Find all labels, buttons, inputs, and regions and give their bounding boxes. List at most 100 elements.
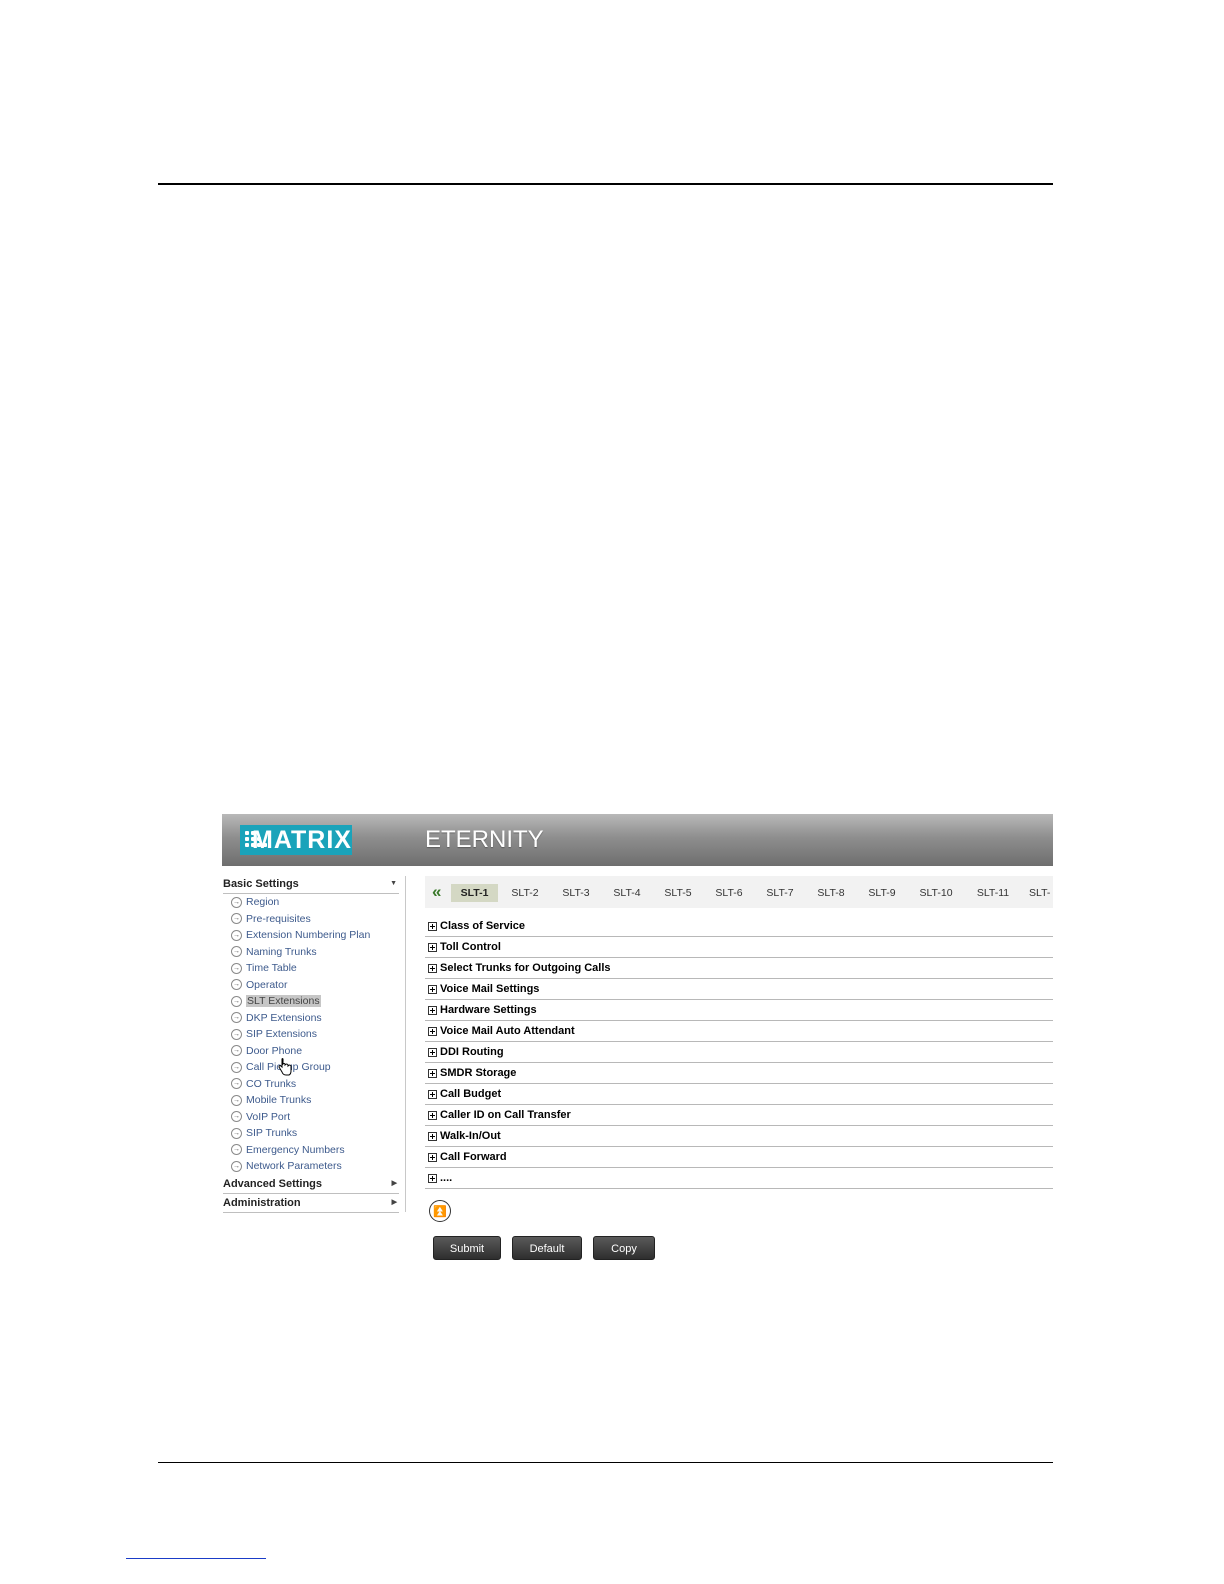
menu-administration[interactable]: Administration ▶ [223, 1195, 399, 1213]
matrix-eternity-window: MATRIX ETERNITY Basic Settings ▼ → Regio… [222, 814, 1053, 1274]
section-call-forward[interactable]: Call Forward [425, 1147, 1053, 1168]
arrow-circle-icon: → [231, 962, 242, 974]
arrow-circle-icon: → [231, 913, 242, 924]
arrow-circle-icon: → [231, 1111, 242, 1122]
top-rule [158, 183, 1053, 185]
sidebar-item-time-table[interactable]: → Time Table [231, 960, 297, 976]
section-more[interactable]: .... [425, 1168, 1053, 1189]
tab-slt-5[interactable]: SLT-5 [660, 884, 696, 902]
section-toll-control[interactable]: Toll Control [425, 937, 1053, 958]
menu-header-label: Basic Settings [223, 878, 299, 890]
tab-slt-11[interactable]: SLT-11 [972, 884, 1014, 902]
sidebar-item-slt-extensions[interactable]: → SLT Extensions [231, 993, 321, 1009]
sidebar-item-pre-requisites[interactable]: → Pre-requisites [231, 911, 311, 927]
arrow-circle-icon: → [231, 1012, 242, 1023]
arrow-circle-icon: → [231, 1144, 242, 1155]
menu-advanced-settings[interactable]: Advanced Settings ▶ [223, 1176, 399, 1194]
sidebar-item-sip-extensions[interactable]: → SIP Extensions [231, 1026, 317, 1042]
copy-button[interactable]: Copy [593, 1236, 655, 1260]
logo-text: MATRIX [252, 826, 352, 854]
section-walk-in-out[interactable]: Walk-In/Out [425, 1126, 1053, 1147]
sidebar-item-mobile-trunks[interactable]: → Mobile Trunks [231, 1092, 311, 1108]
sidebar-item-label: Operator [246, 978, 288, 991]
section-call-budget[interactable]: Call Budget [425, 1084, 1053, 1105]
sidebar-item-co-trunks[interactable]: → CO Trunks [231, 1076, 296, 1092]
section-voice-mail-settings[interactable]: Voice Mail Settings [425, 979, 1053, 1000]
sidebar-item-dkp-extensions[interactable]: → DKP Extensions [231, 1010, 322, 1026]
tab-slt-6[interactable]: SLT-6 [711, 884, 747, 902]
expand-plus-icon [428, 1047, 437, 1057]
expand-plus-icon [428, 1173, 437, 1183]
sidebar-item-region[interactable]: → Region [231, 894, 279, 910]
section-caller-id-on-call-transfer[interactable]: Caller ID on Call Transfer [425, 1105, 1053, 1126]
sidebar-divider [405, 876, 406, 1212]
section-voice-mail-auto-attendant[interactable]: Voice Mail Auto Attendant [425, 1021, 1053, 1042]
section-label: Select Trunks for Outgoing Calls [440, 962, 611, 974]
section-label: Caller ID on Call Transfer [440, 1109, 571, 1121]
sidebar-item-voip-port[interactable]: → VoIP Port [231, 1109, 290, 1125]
sidebar-item-network-parameters[interactable]: → Network Parameters [231, 1158, 342, 1174]
chevron-right-icon: ▶ [391, 1199, 397, 1206]
section-smdr-storage[interactable]: SMDR Storage [425, 1063, 1053, 1084]
section-class-of-service[interactable]: Class of Service [425, 916, 1053, 937]
tab-slt-1[interactable]: SLT-1 [451, 884, 498, 902]
slt-tab-strip: « SLT-1 SLT-2 SLT-3 SLT-4 SLT-5 SLT-6 SL… [425, 876, 1053, 908]
expand-plus-icon [428, 1089, 437, 1099]
arrow-circle-icon: → [231, 896, 242, 908]
arrow-circle-icon: → [231, 995, 242, 1007]
tab-slt-12-partial[interactable]: SLT- [1029, 884, 1053, 902]
tab-slt-7[interactable]: SLT-7 [762, 884, 798, 902]
tab-slt-8[interactable]: SLT-8 [813, 884, 849, 902]
scroll-to-top-icon[interactable]: ⏫ [429, 1200, 451, 1222]
menu-header-label: Administration [223, 1197, 301, 1209]
section-hardware-settings[interactable]: Hardware Settings [425, 1000, 1053, 1021]
menu-header-label: Advanced Settings [223, 1178, 323, 1190]
sidebar-item-label: Pre-requisites [246, 912, 311, 925]
sidebar-item-extension-numbering-plan[interactable]: → Extension Numbering Plan [231, 927, 370, 943]
product-name: ETERNITY [425, 826, 544, 853]
sidebar-item-label: SIP Extensions [246, 1028, 318, 1040]
arrow-circle-icon: → [231, 1061, 242, 1073]
section-ddi-routing[interactable]: DDI Routing [425, 1042, 1053, 1063]
arrow-circle-icon: → [231, 1127, 242, 1139]
sidebar-item-sip-trunks[interactable]: → SIP Trunks [231, 1125, 297, 1141]
expand-plus-icon [428, 942, 437, 952]
double-chevron-left-icon[interactable]: « [432, 883, 441, 900]
sidebar-item-label: Network Parameters [246, 1160, 342, 1172]
default-button[interactable]: Default [512, 1236, 582, 1260]
chevron-down-icon: ▼ [390, 880, 397, 887]
tab-slt-9[interactable]: SLT-9 [864, 884, 900, 902]
sidebar-item-naming-trunks[interactable]: → Naming Trunks [231, 944, 317, 960]
sidebar-item-door-phone[interactable]: → Door Phone [231, 1043, 302, 1059]
section-label: DDI Routing [440, 1046, 504, 1058]
sidebar-item-label: Mobile Trunks [246, 1094, 312, 1106]
expand-plus-icon [428, 1110, 437, 1120]
matrix-logo: MATRIX [240, 825, 352, 855]
section-label: Call Budget [440, 1088, 502, 1100]
bottom-rule [158, 1462, 1053, 1463]
hand-cursor-icon [278, 1058, 292, 1076]
tab-slt-10[interactable]: SLT-10 [915, 884, 957, 902]
sidebar-item-label: Extension Numbering Plan [246, 929, 371, 941]
section-select-trunks[interactable]: Select Trunks for Outgoing Calls [425, 958, 1053, 979]
sidebar-item-operator[interactable]: → Operator [231, 977, 287, 993]
section-label: Hardware Settings [440, 1004, 537, 1016]
tab-slt-4[interactable]: SLT-4 [609, 884, 645, 902]
sidebar-item-emergency-numbers[interactable]: → Emergency Numbers [231, 1142, 345, 1158]
expand-plus-icon [428, 1068, 437, 1078]
arrow-circle-icon: → [231, 1094, 242, 1106]
section-label: Class of Service [440, 920, 525, 932]
expand-plus-icon [428, 1026, 437, 1036]
submit-button[interactable]: Submit [433, 1236, 501, 1260]
sidebar-item-label: Region [246, 896, 280, 908]
sidebar-item-label: CO Trunks [246, 1077, 297, 1090]
logo-dots-icon [243, 829, 267, 851]
sidebar-item-label: SLT Extensions [246, 995, 321, 1007]
menu-basic-settings[interactable]: Basic Settings ▼ [223, 876, 399, 894]
expand-plus-icon [428, 1131, 437, 1141]
tab-slt-3[interactable]: SLT-3 [558, 884, 594, 902]
expand-plus-icon [428, 921, 437, 931]
arrow-circle-icon: → [231, 1160, 242, 1172]
sidebar-item-label: Time Table [246, 962, 297, 974]
tab-slt-2[interactable]: SLT-2 [507, 884, 543, 902]
